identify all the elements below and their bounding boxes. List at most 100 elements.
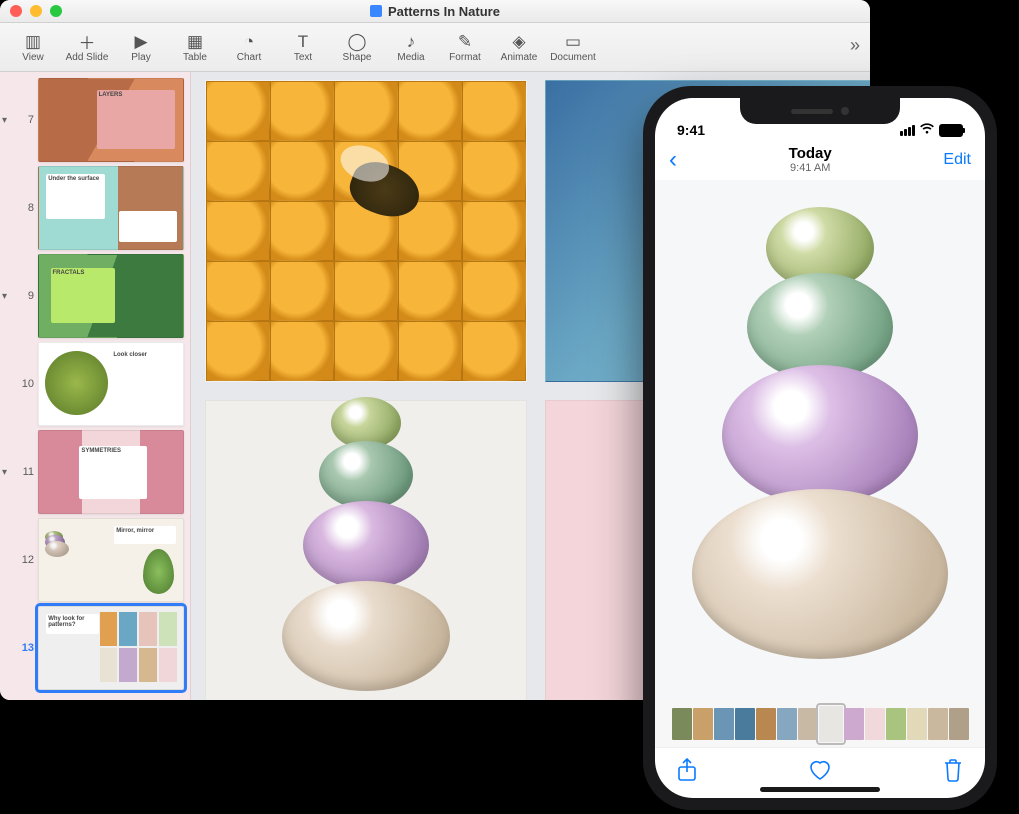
strip-thumbnail[interactable] bbox=[714, 708, 734, 740]
disclosure-triangle-icon[interactable]: ▾ bbox=[2, 115, 12, 125]
slide-preview: Mirror, mirror bbox=[38, 518, 184, 602]
keynote-doc-icon bbox=[370, 5, 382, 17]
table-icon: ▦ bbox=[181, 32, 209, 52]
slide-thumbnail[interactable]: ▾ 10 Look closer bbox=[0, 340, 190, 428]
iphone-screen: 9:41 ‹ Today 9:41 AM Edit bbox=[655, 98, 985, 798]
strip-thumbnail[interactable] bbox=[886, 708, 906, 740]
battery-icon bbox=[939, 124, 963, 137]
slide-number: 11 bbox=[16, 466, 34, 478]
titlebar: Patterns In Nature bbox=[0, 0, 870, 23]
toolbar-animate-button[interactable]: ◈Animate bbox=[492, 32, 546, 63]
strip-thumbnail[interactable] bbox=[907, 708, 927, 740]
slide-preview: Look closer bbox=[38, 342, 184, 426]
strip-thumbnail[interactable] bbox=[756, 708, 776, 740]
strip-thumbnail[interactable] bbox=[777, 708, 797, 740]
plus-icon: ＋ bbox=[73, 32, 101, 52]
strip-thumbnail[interactable] bbox=[672, 708, 692, 740]
toolbar-label: Media bbox=[397, 52, 424, 63]
format-icon: ✎ bbox=[451, 32, 479, 52]
toolbar-view-button[interactable]: ▥View bbox=[6, 32, 60, 63]
edit-button[interactable]: Edit bbox=[943, 151, 971, 169]
photo-thumbnail-strip[interactable] bbox=[655, 701, 985, 747]
status-icons bbox=[900, 122, 963, 138]
document-title: Patterns In Nature bbox=[388, 4, 500, 19]
trash-button[interactable] bbox=[943, 758, 963, 788]
strip-thumbnail[interactable] bbox=[735, 708, 755, 740]
urchin-stack-graphic bbox=[282, 405, 450, 691]
slide-thumbnail[interactable]: ▾ 8 Under the surface bbox=[0, 164, 190, 252]
strip-thumbnail[interactable] bbox=[844, 708, 864, 740]
share-button[interactable] bbox=[677, 758, 697, 788]
slide-preview: SYMMETRIES bbox=[38, 430, 184, 514]
toolbar-label: Shape bbox=[343, 52, 372, 63]
slide-thumbnail[interactable]: ▾ 7 LAYERS bbox=[0, 76, 190, 164]
slide-title: Why look for patterns? bbox=[48, 616, 97, 629]
slide-number: 10 bbox=[16, 378, 34, 390]
slide-thumbnail[interactable]: ▾ 9 FRACTALS bbox=[0, 252, 190, 340]
nav-title-group: Today 9:41 AM bbox=[789, 146, 832, 175]
toolbar-document-button[interactable]: ▭Document bbox=[546, 32, 600, 63]
slide-thumbnail[interactable]: ▾ 13 Why look for patterns? bbox=[0, 604, 190, 692]
slide-navigator[interactable]: ▾ 7 LAYERS ▾ 8 Under the surface ▾ bbox=[0, 72, 191, 700]
strip-thumbnail[interactable] bbox=[798, 708, 818, 740]
slide-title: Look closer bbox=[113, 352, 173, 359]
strip-thumbnail[interactable] bbox=[928, 708, 948, 740]
toolbar-label: Play bbox=[131, 52, 150, 63]
back-button[interactable]: ‹ bbox=[669, 146, 677, 174]
home-indicator[interactable] bbox=[760, 787, 880, 792]
toolbar-media-button[interactable]: ♪Media bbox=[384, 32, 438, 63]
photos-nav-bar: ‹ Today 9:41 AM Edit bbox=[655, 140, 985, 180]
zoom-window-button[interactable] bbox=[50, 5, 62, 17]
slide-thumbnail[interactable]: ▾ 12 Mirror, mirror bbox=[0, 516, 190, 604]
minimize-window-button[interactable] bbox=[30, 5, 42, 17]
disclosure-triangle-icon[interactable]: ▾ bbox=[2, 467, 12, 477]
toolbar-label: Text bbox=[294, 52, 312, 63]
disclosure-triangle-icon[interactable]: ▾ bbox=[2, 291, 12, 301]
strip-thumbnail[interactable] bbox=[693, 708, 713, 740]
slide-title: FRACTALS bbox=[53, 270, 113, 277]
close-window-button[interactable] bbox=[10, 5, 22, 17]
honeycomb-graphic bbox=[206, 81, 526, 381]
photo-viewer[interactable] bbox=[655, 180, 985, 701]
slide-title: Under the surface bbox=[48, 176, 103, 183]
toolbar-label: Document bbox=[550, 52, 596, 63]
slide-preview: FRACTALS bbox=[38, 254, 184, 338]
favorite-button[interactable] bbox=[807, 758, 833, 788]
notch bbox=[740, 98, 900, 124]
slide-preview: Why look for patterns? bbox=[38, 606, 184, 690]
slide-preview: Under the surface bbox=[38, 166, 184, 250]
nav-title: Today bbox=[789, 146, 832, 163]
animate-icon: ◈ bbox=[505, 32, 533, 52]
toolbar-label: Table bbox=[183, 52, 207, 63]
toolbar: ▥View ＋Add Slide ▶Play ▦Table ◔Chart TTe… bbox=[0, 23, 870, 72]
slide-preview: LAYERS bbox=[38, 78, 184, 162]
strip-thumbnail[interactable] bbox=[949, 708, 969, 740]
slide-number: 9 bbox=[16, 290, 34, 302]
slide-number: 12 bbox=[16, 554, 34, 566]
toolbar-overflow-button[interactable]: » bbox=[850, 35, 860, 56]
toolbar-label: Add Slide bbox=[66, 52, 109, 63]
toolbar-play-button[interactable]: ▶Play bbox=[114, 32, 168, 63]
document-icon: ▭ bbox=[559, 32, 587, 52]
toolbar-text-button[interactable]: TText bbox=[276, 32, 330, 63]
toolbar-chart-button[interactable]: ◔Chart bbox=[222, 32, 276, 63]
slide-image-urchins[interactable] bbox=[205, 400, 527, 700]
toolbar-shape-button[interactable]: ◯Shape bbox=[330, 32, 384, 63]
toolbar-table-button[interactable]: ▦Table bbox=[168, 32, 222, 63]
cellular-icon bbox=[900, 125, 915, 136]
chart-icon: ◔ bbox=[235, 32, 263, 52]
strip-thumbnail[interactable] bbox=[865, 708, 885, 740]
slide-title: Mirror, mirror bbox=[116, 528, 174, 535]
slide-number: 13 bbox=[16, 642, 34, 654]
status-time: 9:41 bbox=[677, 122, 705, 138]
strip-thumbnail-current[interactable] bbox=[819, 706, 843, 742]
toolbar-format-button[interactable]: ✎Format bbox=[438, 32, 492, 63]
slide-title: LAYERS bbox=[99, 92, 174, 99]
slide-thumbnail[interactable]: ▾ 11 SYMMETRIES bbox=[0, 428, 190, 516]
toolbar-label: Chart bbox=[237, 52, 261, 63]
play-icon: ▶ bbox=[127, 32, 155, 52]
toolbar-label: View bbox=[22, 52, 44, 63]
slide-image-honeycomb[interactable] bbox=[205, 80, 527, 382]
toolbar-add-slide-button[interactable]: ＋Add Slide bbox=[60, 32, 114, 63]
view-icon: ▥ bbox=[19, 32, 47, 52]
